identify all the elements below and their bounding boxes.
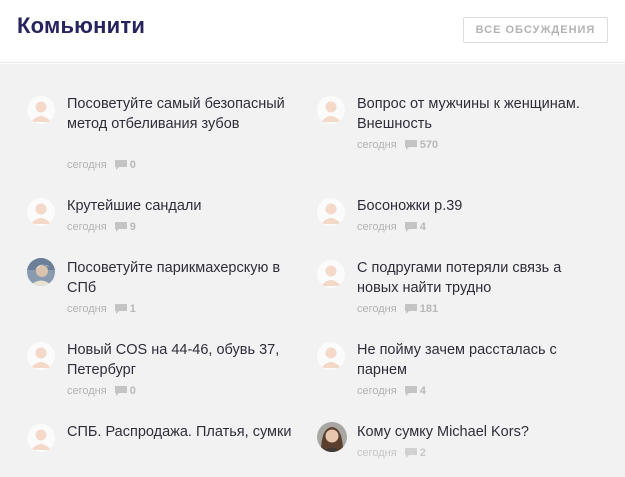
discussion-date: сегодня xyxy=(67,303,107,316)
comment-bubble-icon xyxy=(404,386,417,397)
discussion-title[interactable]: С подругами потеряли связь а новых найти… xyxy=(357,258,597,298)
discussion-item[interactable]: Кому сумку Michael Kors? сегодня 2 xyxy=(317,422,587,472)
comment-count: 570 xyxy=(419,139,439,152)
placeholder-avatar-icon xyxy=(317,342,345,370)
discussion-item[interactable]: Босоножки р.39 сегодня 4 xyxy=(317,196,587,236)
discussion-title[interactable]: Посоветуйте самый безопасный метод отбел… xyxy=(67,94,307,134)
discussion-meta: сегодня 0 xyxy=(67,159,136,173)
discussion-item[interactable]: Вопрос от мужчины к женщинам. Внешность … xyxy=(317,94,587,154)
community-header: Комьюнити ВСЕ ОБСУЖДЕНИЯ xyxy=(0,0,625,63)
comment-bubble-icon xyxy=(404,222,417,233)
discussion-item[interactable]: СПБ. Распродажа. Платья, сумки xyxy=(27,422,297,472)
comment-bubble-icon xyxy=(404,448,417,459)
comment-bubble-icon xyxy=(114,160,127,171)
discussion-item[interactable]: Посоветуйте парикмахерскую в СПб сегодня… xyxy=(27,258,297,318)
discussion-meta: сегодня 1 xyxy=(67,303,136,317)
discussion-meta: сегодня 0 xyxy=(67,385,136,399)
discussion-meta: сегодня 4 xyxy=(357,221,426,235)
comment-bubble-icon xyxy=(114,386,127,397)
comment-bubble-icon xyxy=(114,222,127,233)
discussion-title[interactable]: Босоножки р.39 xyxy=(357,196,597,216)
comment-count: 1 xyxy=(129,303,136,316)
comment-count: 4 xyxy=(419,385,426,398)
discussion-item[interactable]: Новый COS на 44-46, обувь 37, Петербург … xyxy=(27,340,297,400)
discussion-title[interactable]: Не пойму зачем рассталась с парнем xyxy=(357,340,597,380)
discussion-date: сегодня xyxy=(357,139,397,152)
discussion-date: сегодня xyxy=(67,385,107,398)
discussion-date: сегодня xyxy=(357,303,397,316)
discussion-item[interactable]: Посоветуйте самый безопасный метод отбел… xyxy=(27,94,297,174)
discussions-grid: Посоветуйте самый безопасный метод отбел… xyxy=(0,64,625,477)
placeholder-avatar-icon xyxy=(317,96,345,124)
discussion-title[interactable]: Новый COS на 44-46, обувь 37, Петербург xyxy=(67,340,307,380)
comment-count: 2 xyxy=(419,447,426,460)
placeholder-avatar-icon xyxy=(27,96,55,124)
comment-count: 0 xyxy=(129,159,136,172)
discussion-item[interactable]: Не пойму зачем рассталась с парнем сегод… xyxy=(317,340,587,400)
discussion-title[interactable]: Крутейшие сандали xyxy=(67,196,307,216)
discussion-date: сегодня xyxy=(67,221,107,234)
page-title: Комьюнити xyxy=(17,13,146,38)
discussion-title[interactable]: Кому сумку Michael Kors? xyxy=(357,422,597,442)
discussion-date: сегодня xyxy=(357,385,397,398)
placeholder-avatar-icon xyxy=(317,198,345,226)
user-photo-avatar xyxy=(27,258,55,286)
comment-count: 9 xyxy=(129,221,136,234)
comment-bubble-icon xyxy=(404,304,417,315)
placeholder-avatar-icon xyxy=(27,424,55,452)
discussion-date: сегодня xyxy=(67,159,107,172)
discussion-date: сегодня xyxy=(357,447,397,460)
discussion-item[interactable]: С подругами потеряли связь а новых найти… xyxy=(317,258,587,318)
comment-bubble-icon xyxy=(404,140,417,151)
placeholder-avatar-icon xyxy=(317,260,345,288)
discussion-title[interactable]: СПБ. Распродажа. Платья, сумки xyxy=(67,422,307,442)
comment-bubble-icon xyxy=(114,304,127,315)
comment-count: 4 xyxy=(419,221,426,234)
discussion-date: сегодня xyxy=(357,221,397,234)
discussion-title[interactable]: Посоветуйте парикмахерскую в СПб xyxy=(67,258,307,298)
placeholder-avatar-icon xyxy=(27,198,55,226)
comment-count: 0 xyxy=(129,385,136,398)
discussion-meta: сегодня 4 xyxy=(357,385,426,399)
discussion-meta: сегодня 570 xyxy=(357,139,438,153)
placeholder-avatar-icon xyxy=(27,342,55,370)
comment-count: 181 xyxy=(419,303,439,316)
discussion-meta: сегодня 2 xyxy=(357,447,426,461)
discussion-title[interactable]: Вопрос от мужчины к женщинам. Внешность xyxy=(357,94,597,134)
discussion-item[interactable]: Крутейшие сандали сегодня 9 xyxy=(27,196,297,236)
all-discussions-button[interactable]: ВСЕ ОБСУЖДЕНИЯ xyxy=(463,17,608,43)
discussion-meta: сегодня 9 xyxy=(67,221,136,235)
user-photo-avatar xyxy=(317,422,347,452)
discussion-meta: сегодня 181 xyxy=(357,303,438,317)
